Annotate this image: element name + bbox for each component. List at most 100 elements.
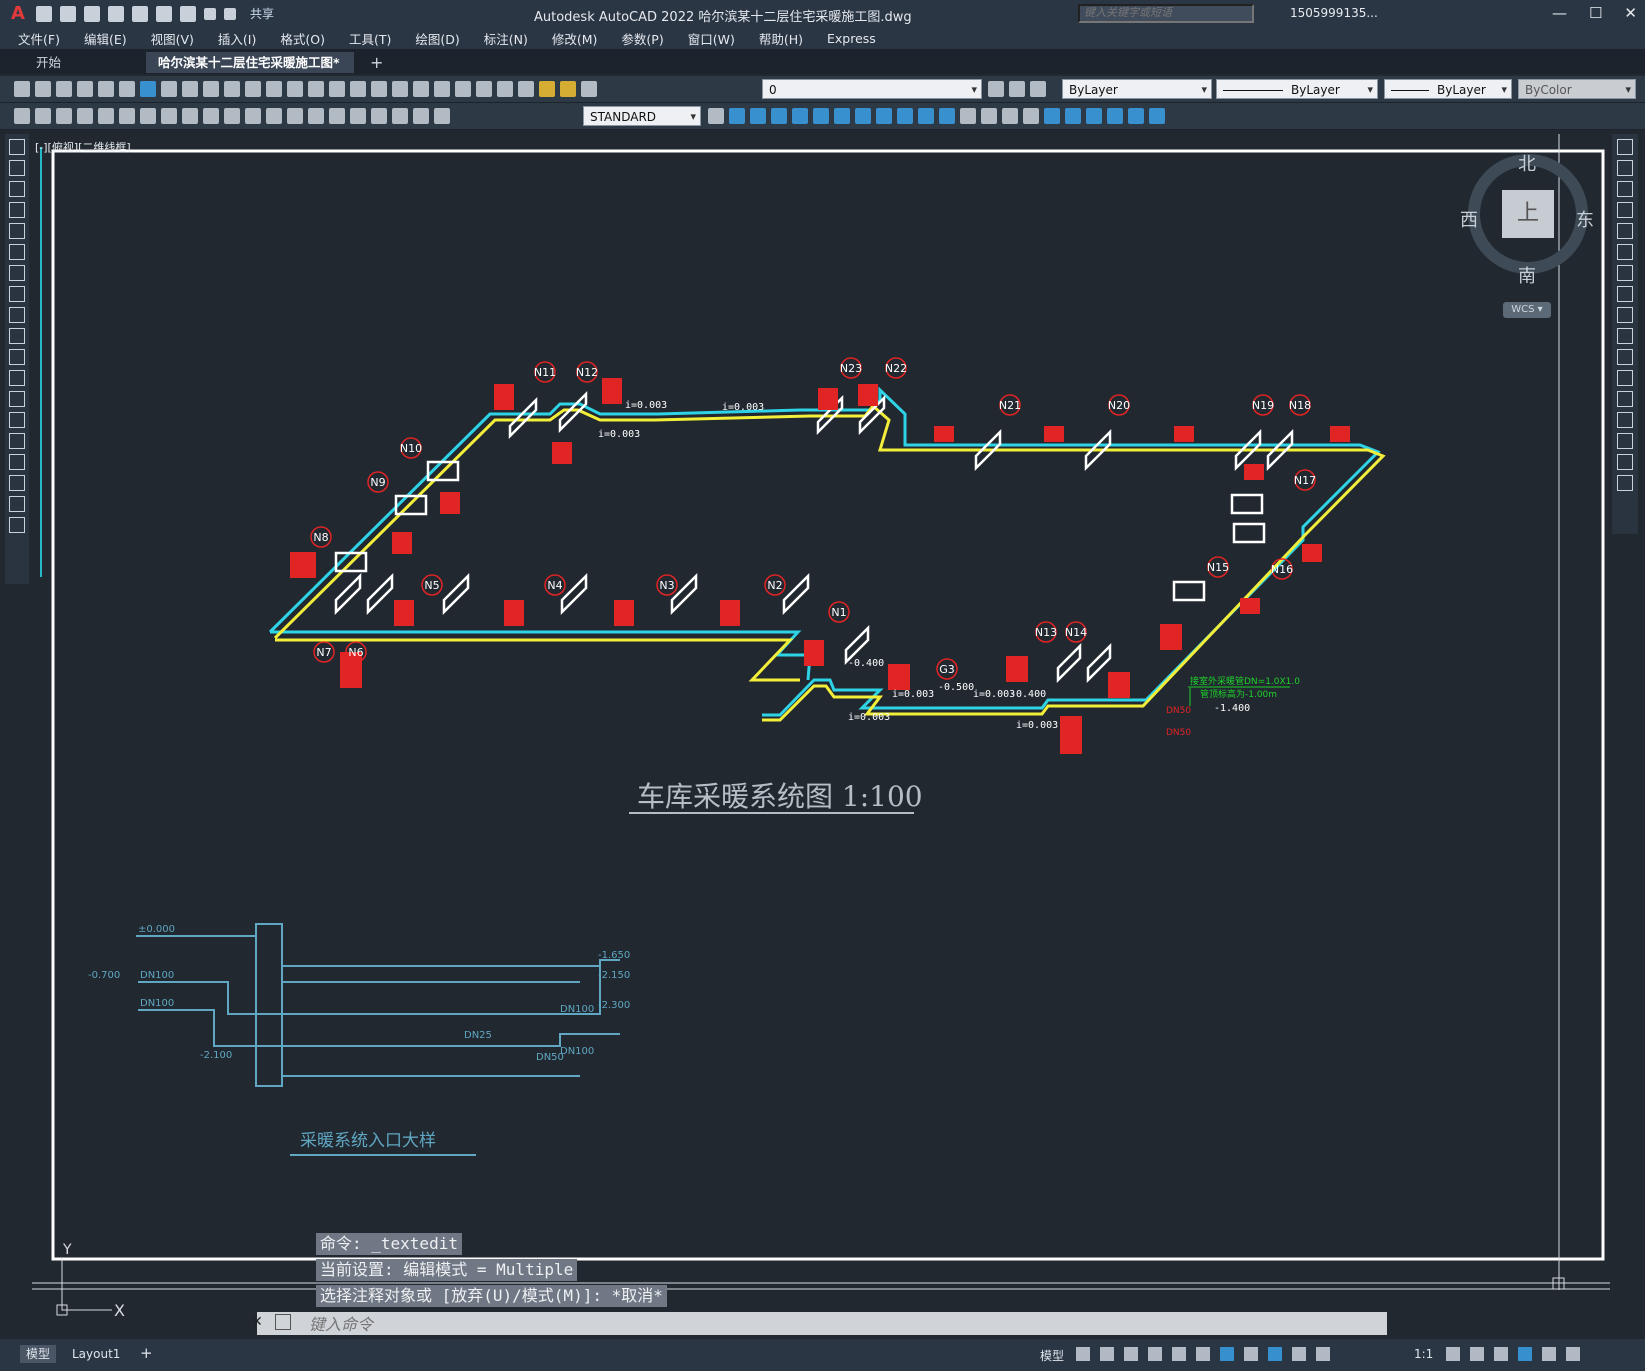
match-icon[interactable] [224,81,240,97]
stretch-icon[interactable] [1617,307,1633,323]
layer-prev-icon[interactable] [1009,81,1025,97]
otrack-icon[interactable] [1196,1347,1210,1361]
cut-icon[interactable] [161,81,177,97]
tolerance-icon[interactable] [308,108,324,124]
save-icon[interactable] [56,81,72,97]
revcloud-icon[interactable] [9,286,25,302]
plotstyle-dropdown[interactable]: ByColor [1518,79,1636,100]
undo-icon[interactable] [245,81,261,97]
insert-block-icon[interactable] [9,370,25,386]
calc-icon[interactable] [476,81,492,97]
sheet-set-icon[interactable] [434,81,450,97]
redo-icon[interactable] [224,7,236,20]
trim-icon[interactable] [1617,328,1633,344]
mirror-icon[interactable] [1617,181,1633,197]
viewcube-east[interactable]: 东 [1576,206,1594,232]
dim-linear-icon[interactable] [35,108,51,124]
command-input[interactable] [307,1312,1211,1337]
view-front-icon[interactable] [729,108,745,124]
dim-break-icon[interactable] [287,108,303,124]
dim-baseline-icon[interactable] [224,108,240,124]
hardware-accel-icon[interactable] [1518,1347,1532,1361]
menu-insert[interactable]: 插入(I) [218,29,256,48]
layer-lock-icon[interactable] [581,81,597,97]
dim-edit-icon[interactable] [392,108,408,124]
chamfer-icon[interactable] [1617,412,1633,428]
pan-icon[interactable] [287,81,303,97]
dim-icon[interactable] [14,108,30,124]
view-se-icon[interactable] [897,108,913,124]
mtext-icon[interactable] [9,517,25,533]
linetype-dropdown[interactable]: ByLayer [1216,79,1378,100]
fillet-icon[interactable] [1617,433,1633,449]
polar-icon[interactable] [1148,1347,1162,1361]
scale-icon[interactable] [1617,286,1633,302]
dim-text-edit-icon[interactable] [413,108,429,124]
auto-scale-icon[interactable] [1292,1347,1306,1361]
layer-freeze-icon[interactable] [560,81,576,97]
polyline-icon[interactable] [9,181,25,197]
view-ne-icon[interactable] [918,108,934,124]
redo-icon[interactable] [266,81,282,97]
add-layout-button[interactable]: + [140,1344,153,1362]
print-icon[interactable] [77,81,93,97]
center-mark-icon[interactable] [329,108,345,124]
circle-icon[interactable] [9,265,25,281]
menu-format[interactable]: 格式(O) [280,29,325,48]
view-nw-icon[interactable] [939,108,955,124]
open-icon[interactable] [35,81,51,97]
text-style-dropdown[interactable]: STANDARD [583,106,701,127]
view-right-icon[interactable] [792,108,808,124]
snap-icon[interactable] [1100,1347,1114,1361]
menu-express[interactable]: Express [827,31,876,46]
view-top-icon[interactable] [813,108,829,124]
join-icon[interactable] [1617,391,1633,407]
ucs-world-icon[interactable] [981,108,997,124]
rotate-icon[interactable] [1617,265,1633,281]
ucs-object-icon[interactable] [1044,108,1060,124]
command-customize-icon[interactable] [275,1314,291,1330]
design-center-icon[interactable] [392,81,408,97]
view-sw-icon[interactable] [876,108,892,124]
ellipse-icon[interactable] [9,328,25,344]
ucs-origin-icon[interactable] [1086,108,1102,124]
tab-start[interactable]: 开始 [36,52,61,73]
customize-icon[interactable] [1566,1347,1580,1361]
open-file-icon[interactable] [60,5,76,22]
extend-icon[interactable] [1617,349,1633,365]
new-file-icon[interactable] [36,5,52,22]
palettes-icon[interactable] [413,81,429,97]
move-icon[interactable] [1617,244,1633,260]
zoom-icon[interactable] [308,81,324,97]
dim-continue-icon[interactable] [245,108,261,124]
zoom-prev-icon[interactable] [350,81,366,97]
inspect-icon[interactable] [350,108,366,124]
viewcube-top-face[interactable]: 上 [1502,190,1554,238]
dim-update-icon[interactable] [434,108,450,124]
new-tab-button[interactable]: + [370,52,383,73]
table-icon[interactable] [9,496,25,512]
color-dropdown[interactable]: ByLayer [1062,79,1212,100]
ortho-icon[interactable] [1124,1347,1138,1361]
plot-icon[interactable] [180,5,196,22]
model-space-button[interactable]: 模型 [1040,1347,1064,1364]
close-button[interactable]: ✕ [1624,4,1637,22]
isolate-icon[interactable] [1494,1347,1508,1361]
point-icon[interactable] [9,412,25,428]
dim-radius-icon[interactable] [119,108,135,124]
ellipse-arc-icon[interactable] [9,349,25,365]
zoom-window-icon[interactable] [329,81,345,97]
erase-icon[interactable] [1617,139,1633,155]
osnap-icon[interactable] [1220,1347,1234,1361]
ucs-view-icon[interactable] [1065,108,1081,124]
break-icon[interactable] [1617,370,1633,386]
ucs-prev-icon[interactable] [1002,108,1018,124]
copy-object-icon[interactable] [1617,160,1633,176]
layer-current-icon[interactable] [988,81,1004,97]
menu-parametric[interactable]: 参数(P) [621,29,663,48]
ucs-x-icon[interactable] [1149,108,1165,124]
dim-quick-icon[interactable] [203,108,219,124]
properties-icon[interactable] [371,81,387,97]
dim-space-icon[interactable] [266,108,282,124]
dim-style-icon[interactable] [708,108,724,124]
